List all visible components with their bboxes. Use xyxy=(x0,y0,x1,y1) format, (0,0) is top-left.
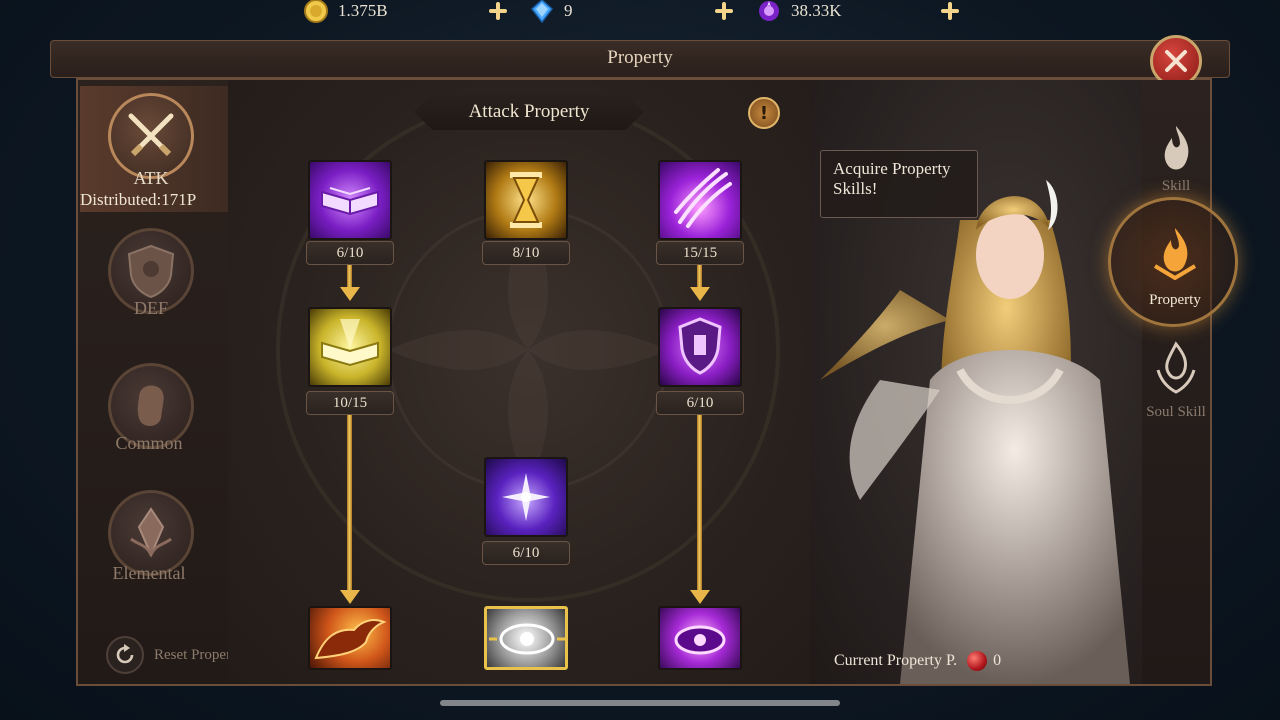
connector-arrow xyxy=(340,590,360,604)
crystal-icon xyxy=(130,507,172,558)
currency-amethyst: 38.33K xyxy=(757,0,842,22)
connector-arrow xyxy=(690,590,710,604)
add-gold-button[interactable] xyxy=(487,1,509,21)
reset-icon xyxy=(106,636,144,674)
skill-node-claw[interactable] xyxy=(658,160,742,240)
skill-count: 6/10 xyxy=(656,391,744,415)
star-cross-icon xyxy=(502,473,550,521)
flame-skill-icon xyxy=(1164,126,1189,170)
tab-soul-skill[interactable]: Soul Skill xyxy=(1136,338,1216,424)
amethyst-amount: 38.33K xyxy=(791,1,842,20)
skill-node-dragon[interactable] xyxy=(308,606,392,670)
soul-skill-icon xyxy=(1156,341,1196,394)
connector-line xyxy=(347,265,352,287)
distributed-points: Distributed:171P xyxy=(80,190,197,209)
purple-eye-icon xyxy=(674,625,726,655)
diamond-amount: 9 xyxy=(564,1,573,20)
skill-count: 8/10 xyxy=(482,241,570,265)
speech-bubble: Acquire Property Skills! xyxy=(820,150,978,218)
connector-line xyxy=(697,415,702,590)
eye-rune-icon xyxy=(489,623,565,655)
fist-icon xyxy=(137,385,164,426)
current-property-label: Current Property P. xyxy=(834,652,958,669)
connector-arrow xyxy=(690,287,710,301)
add-amethyst-button[interactable] xyxy=(939,1,961,21)
skill-node-hourglass[interactable] xyxy=(484,160,568,240)
rune-shield-icon xyxy=(678,317,722,375)
connector-line xyxy=(347,415,352,590)
window-title: Property xyxy=(607,47,673,68)
gold-coin-icon xyxy=(304,0,328,23)
skill-count: 6/10 xyxy=(482,541,570,565)
glowing-book-icon xyxy=(321,319,379,367)
crossed-swords-icon xyxy=(128,113,174,157)
hourglass-icon xyxy=(510,172,542,228)
shield-icon xyxy=(127,244,175,299)
current-property-points: Current Property P. 0 xyxy=(834,651,1001,671)
tab-property-label: Property xyxy=(1149,292,1201,308)
close-icon xyxy=(1165,50,1187,72)
tab-skill[interactable]: Skill xyxy=(1138,118,1214,198)
skill-node-rune-shield[interactable] xyxy=(658,307,742,387)
category-elemental-label: Elemental xyxy=(112,563,186,583)
currency-diamond: 9 xyxy=(530,0,573,23)
skill-count: 6/10 xyxy=(306,241,394,265)
skill-node-star-cross[interactable] xyxy=(484,457,568,537)
home-indicator[interactable] xyxy=(440,700,840,706)
connector-line xyxy=(697,265,702,287)
tab-property[interactable]: Property xyxy=(1132,222,1218,314)
tab-skill-label: Skill xyxy=(1161,178,1191,194)
title-bar: Property xyxy=(50,40,1230,78)
category-def-label: DEF xyxy=(133,298,168,318)
category-atk-button[interactable] xyxy=(108,93,194,179)
info-icon: ! xyxy=(759,102,769,124)
red-orb-icon xyxy=(967,651,988,671)
dragon-icon xyxy=(314,619,387,660)
diamond-icon xyxy=(530,0,554,23)
flame-property-icon xyxy=(1153,228,1197,280)
attack-property-header: Attack Property xyxy=(414,94,644,130)
info-button[interactable]: ! xyxy=(748,97,780,129)
amethyst-icon xyxy=(759,1,779,21)
skill-count: 15/15 xyxy=(656,241,744,265)
category-common-label: Common xyxy=(115,433,183,453)
gold-amount: 1.375B xyxy=(338,1,388,20)
add-diamond-button[interactable] xyxy=(713,1,735,21)
tab-soul-skill-label: Soul Skill xyxy=(1146,404,1206,420)
currency-gold: 1.375B xyxy=(304,0,388,23)
skill-node-eye-rune[interactable] xyxy=(484,606,568,670)
spellbook-icon xyxy=(321,187,379,216)
claw-slash-icon xyxy=(674,168,732,228)
skill-node-glowing-book[interactable] xyxy=(308,307,392,387)
skill-count: 10/15 xyxy=(306,391,394,415)
skill-node-purple-eye[interactable] xyxy=(658,606,742,670)
connector-arrow xyxy=(340,287,360,301)
current-property-value: 0 xyxy=(993,652,1002,669)
skill-node-spellbook[interactable] xyxy=(308,160,392,240)
category-atk-label: ATK xyxy=(133,168,169,188)
